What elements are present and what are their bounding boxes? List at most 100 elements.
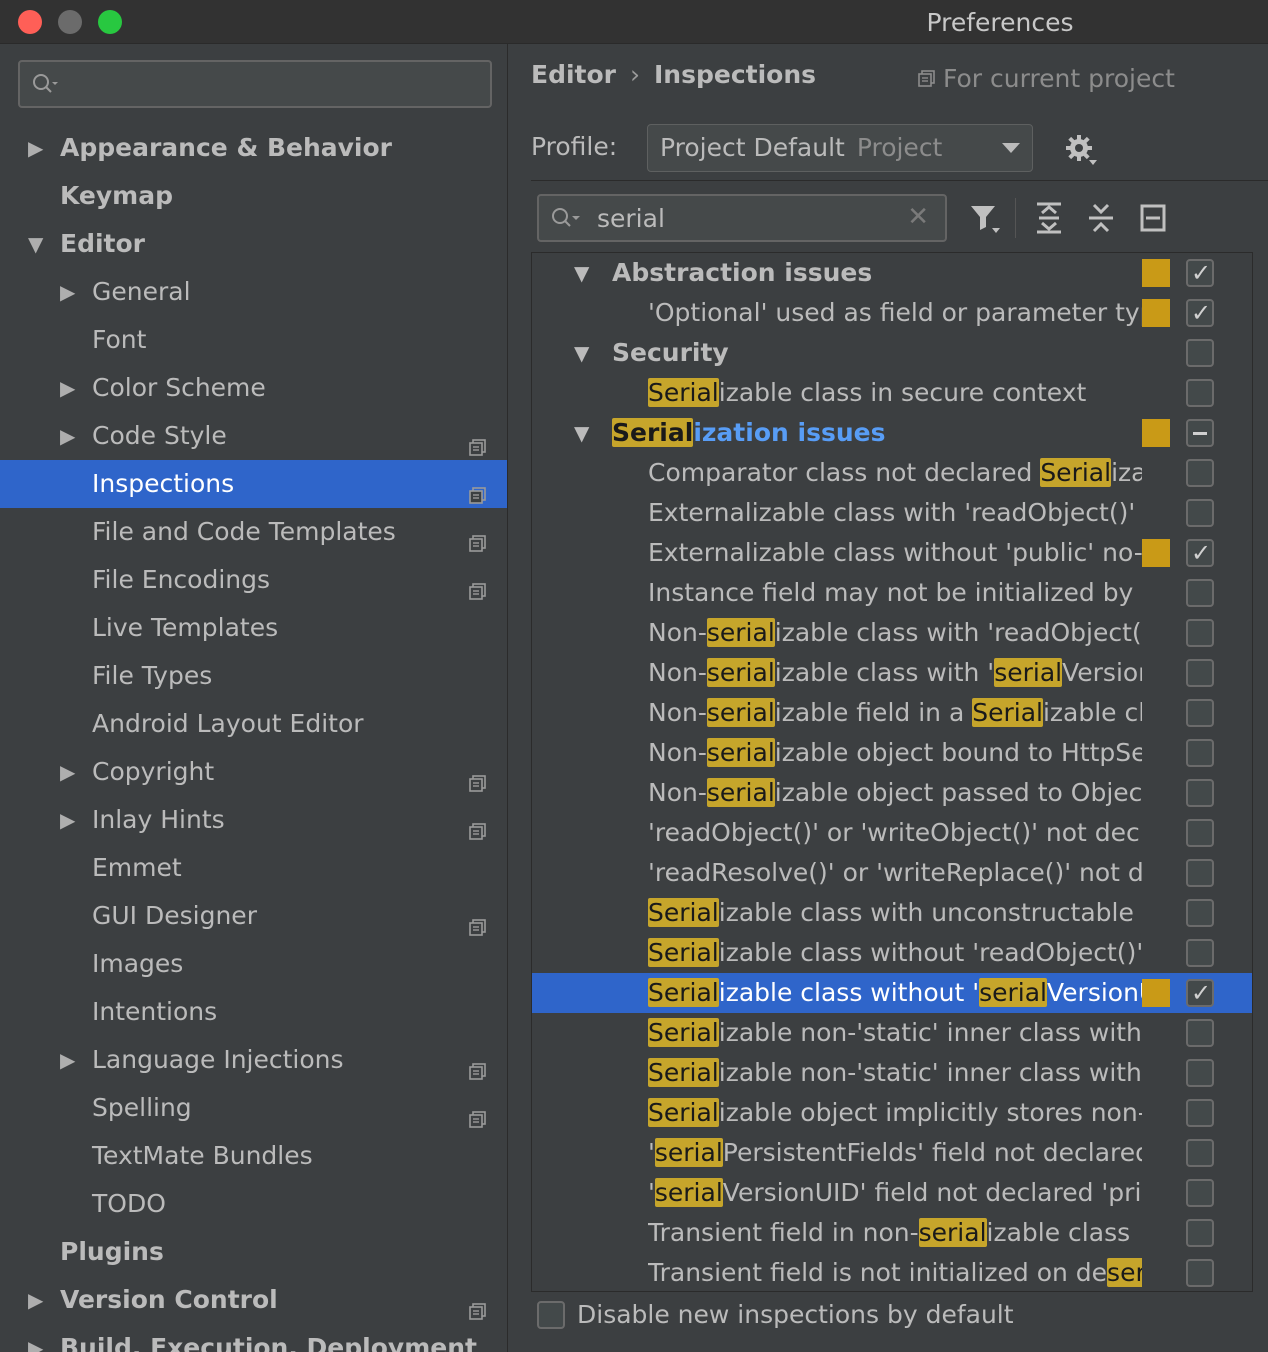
inspection-row[interactable]: Externalizable class with 'readObject()'… [532,493,1252,533]
inspection-enabled-checkbox[interactable] [1186,1219,1214,1247]
inspection-row[interactable]: Comparator class not declared Serializab… [532,453,1252,493]
inspection-row[interactable]: Transient field in non-serializable clas… [532,1213,1252,1253]
sidebar-item-spelling[interactable]: Spelling [0,1084,507,1132]
inspection-enabled-checkbox[interactable] [1186,973,1214,1013]
expand-all-icon[interactable] [1031,200,1067,236]
sidebar-item-keymap[interactable]: Keymap [0,172,507,220]
inspection-row[interactable]: Non-serializable field in a Serializable… [532,693,1252,733]
inspection-enabled-checkbox[interactable] [1186,419,1214,447]
inspection-enabled-checkbox[interactable] [1186,779,1214,807]
disable-new-inspections-checkbox[interactable]: Disable new inspections by default [537,1300,1014,1329]
collapsed-arrow-icon[interactable]: ▶ [60,364,75,412]
inspection-row[interactable]: Transient field is not initialized on de… [532,1253,1252,1291]
inspection-enabled-checkbox[interactable] [1186,339,1214,367]
inspection-group-row[interactable]: ▼ Serialization issues [532,413,1252,453]
inspection-enabled-checkbox[interactable] [1186,1019,1214,1047]
breadcrumb-editor[interactable]: Editor [531,60,616,89]
inspection-enabled-checkbox[interactable] [1186,459,1214,487]
reset-to-defaults-icon[interactable] [1135,200,1171,236]
collapsed-arrow-icon[interactable]: ▶ [28,1324,43,1352]
collapsed-arrow-icon[interactable]: ▶ [60,268,75,316]
inspection-enabled-checkbox[interactable] [1186,659,1214,687]
inspection-enabled-checkbox[interactable] [1186,379,1214,407]
collapsed-arrow-icon[interactable]: ▶ [28,124,43,172]
inspection-row[interactable]: Serializable class with unconstructable … [532,893,1252,933]
expanded-arrow-icon[interactable]: ▼ [28,220,43,268]
inspection-row[interactable]: Non-serializable object passed to Object… [532,773,1252,813]
clear-search-icon[interactable]: ✕ [907,202,929,232]
inspection-enabled-checkbox[interactable] [1186,739,1214,767]
inspection-enabled-checkbox[interactable] [1186,1099,1214,1127]
collapsed-arrow-icon[interactable]: ▶ [60,796,75,844]
collapsed-arrow-icon[interactable]: ▶ [28,1276,43,1324]
filter-icon[interactable] [967,200,1003,236]
sidebar-item-gui-designer[interactable]: GUI Designer [0,892,507,940]
inspection-enabled-checkbox[interactable] [1186,293,1214,333]
inspection-row[interactable]: Instance field may not be initialized by… [532,573,1252,613]
inspection-row[interactable]: Non-serializable class with 'serialVersi… [532,653,1252,693]
inspection-enabled-checkbox[interactable] [1186,819,1214,847]
sidebar-item-code-style[interactable]: ▶ Code Style [0,412,507,460]
sidebar-item-general[interactable]: ▶ General [0,268,507,316]
inspection-enabled-checkbox[interactable] [1186,579,1214,607]
sidebar-item-appearance-behavior[interactable]: ▶ Appearance & Behavior [0,124,507,172]
collapsed-arrow-icon[interactable]: ▶ [60,748,75,796]
expanded-arrow-icon[interactable]: ▼ [574,253,589,293]
sidebar-item-editor[interactable]: ▼ Editor [0,220,507,268]
inspection-row[interactable]: 'Optional' used as field or parameter ty… [532,293,1252,333]
inspection-enabled-checkbox[interactable] [1186,1179,1214,1207]
settings-search-input[interactable] [18,60,492,108]
sidebar-item-inlay-hints[interactable]: ▶ Inlay Hints [0,796,507,844]
sidebar-item-font[interactable]: Font [0,316,507,364]
inspection-enabled-checkbox[interactable] [1186,533,1214,573]
inspection-row[interactable]: Serializable non-'static' inner class wi… [532,1053,1252,1093]
inspection-enabled-checkbox[interactable] [1186,939,1214,967]
sidebar-item-copyright[interactable]: ▶ Copyright [0,748,507,796]
inspection-enabled-checkbox[interactable] [1186,619,1214,647]
collapsed-arrow-icon[interactable]: ▶ [60,412,75,460]
zoom-window-button[interactable] [98,10,122,34]
sidebar-item-android-layout-editor[interactable]: Android Layout Editor [0,700,507,748]
sidebar-item-color-scheme[interactable]: ▶ Color Scheme [0,364,507,412]
inspection-row[interactable]: 'serialVersionUID' field not declared 'p… [532,1173,1252,1213]
inspection-enabled-checkbox[interactable] [1186,699,1214,727]
inspection-row[interactable]: 'serialPersistentFields' field not decla… [532,1133,1252,1173]
inspection-row[interactable]: 'readObject()' or 'writeObject()' not de… [532,813,1252,853]
inspection-enabled-checkbox[interactable] [1186,1259,1214,1287]
sidebar-item-textmate-bundles[interactable]: TextMate Bundles [0,1132,507,1180]
inspection-group-row[interactable]: ▼ Security [532,333,1252,373]
expanded-arrow-icon[interactable]: ▼ [574,333,589,373]
inspection-row[interactable]: Serializable class in secure context [532,373,1252,413]
collapse-all-icon[interactable] [1083,200,1119,236]
sidebar-item-images[interactable]: Images [0,940,507,988]
inspection-row[interactable]: Serializable class without 'readObject()… [532,933,1252,973]
sidebar-item-plugins[interactable]: Plugins [0,1228,507,1276]
close-window-button[interactable] [18,10,42,34]
gear-icon[interactable] [1063,132,1099,168]
expanded-arrow-icon[interactable]: ▼ [574,413,589,453]
inspection-row[interactable]: Non-serializable object bound to HttpSes… [532,733,1252,773]
sidebar-item-build-execution-deployment[interactable]: ▶ Build, Execution, Deployment [0,1324,507,1352]
profile-dropdown[interactable]: Project Default Project [647,124,1033,172]
inspection-enabled-checkbox[interactable] [1186,253,1214,293]
inspection-enabled-checkbox[interactable] [1186,859,1214,887]
inspection-enabled-checkbox[interactable] [1186,1139,1214,1167]
sidebar-item-version-control[interactable]: ▶ Version Control [0,1276,507,1324]
inspection-enabled-checkbox[interactable] [1186,899,1214,927]
sidebar-item-todo[interactable]: TODO [0,1180,507,1228]
sidebar-item-file-encodings[interactable]: File Encodings [0,556,507,604]
inspection-row[interactable]: Serializable non-'static' inner class wi… [532,1013,1252,1053]
sidebar-item-file-and-code-templates[interactable]: File and Code Templates [0,508,507,556]
inspection-row[interactable]: Serializable class without 'serialVersio… [532,973,1252,1013]
inspection-enabled-checkbox[interactable] [1186,1059,1214,1087]
sidebar-item-live-templates[interactable]: Live Templates [0,604,507,652]
inspection-group-row[interactable]: ▼ Abstraction issues [532,253,1252,293]
sidebar-item-intentions[interactable]: Intentions [0,988,507,1036]
inspection-row[interactable]: 'readResolve()' or 'writeReplace()' not … [532,853,1252,893]
inspection-row[interactable]: Serializable object implicitly stores no… [532,1093,1252,1133]
collapsed-arrow-icon[interactable]: ▶ [60,1036,75,1084]
sidebar-item-file-types[interactable]: File Types [0,652,507,700]
inspection-enabled-checkbox[interactable] [1186,499,1214,527]
inspection-row[interactable]: Non-serializable class with 'readObject(… [532,613,1252,653]
sidebar-item-emmet[interactable]: Emmet [0,844,507,892]
